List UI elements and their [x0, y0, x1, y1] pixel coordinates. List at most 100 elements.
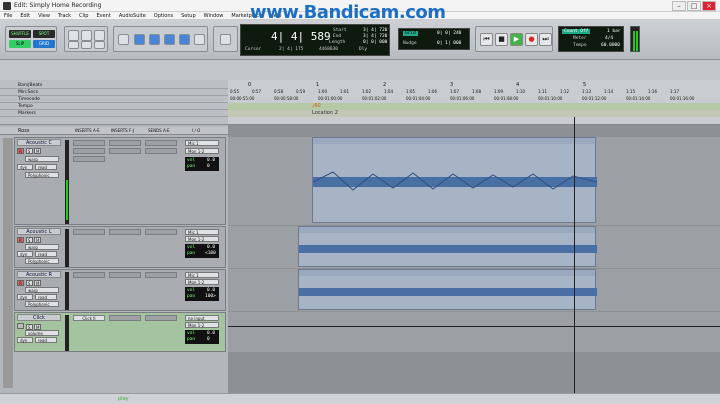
dyn-selector[interactable]: dyn: [17, 251, 33, 257]
mute-button[interactable]: M: [34, 237, 42, 243]
track-view-selector[interactable]: volume: [25, 330, 59, 336]
zoom-toggle-3[interactable]: [94, 41, 105, 49]
menu-setup[interactable]: Setup: [181, 13, 196, 19]
automation-mode[interactable]: read: [35, 337, 57, 343]
menu-audiosuite[interactable]: AudioSuite: [119, 13, 146, 19]
insert-slot[interactable]: [73, 148, 105, 154]
input-selector[interactable]: Mic 1: [185, 140, 219, 146]
length-value[interactable]: 0| 0| 000: [363, 40, 387, 45]
ruler-label-minsecs[interactable]: Min:Secs: [0, 89, 228, 96]
track-name[interactable]: Acoustic C: [17, 139, 61, 146]
ruler-label-bars[interactable]: Bars|Beats: [0, 82, 228, 89]
grid-value[interactable]: 0| 0| 240: [437, 31, 461, 36]
close-button[interactable]: ×: [702, 1, 716, 11]
pencil-tool-icon[interactable]: [194, 34, 205, 45]
track-name[interactable]: Click: [17, 314, 61, 321]
pan-value[interactable]: 0: [207, 337, 210, 342]
output-selector[interactable]: Mon 1-2: [185, 148, 219, 154]
minimize-button[interactable]: –: [672, 1, 686, 11]
pan-value[interactable]: 100>: [205, 294, 216, 299]
return-to-zero-button[interactable]: ⏮: [480, 33, 493, 46]
menu-clip[interactable]: Clip: [79, 13, 88, 19]
track-acoustic-c[interactable]: Acoustic C R S M warp dyn read Polyphoni…: [14, 137, 226, 225]
vol-value[interactable]: 0.0: [207, 245, 215, 250]
menu-window[interactable]: Window: [204, 13, 224, 19]
solo-button[interactable]: S: [25, 148, 33, 154]
grid-label[interactable]: Grid: [403, 31, 418, 36]
insert-slot[interactable]: [109, 148, 141, 154]
mode-grid[interactable]: GRID: [33, 40, 55, 48]
record-arm-button[interactable]: R: [17, 237, 24, 243]
automation-mode[interactable]: read: [35, 294, 57, 300]
tempo-marker[interactable]: ♩60: [312, 103, 321, 109]
pan-value[interactable]: <100: [205, 251, 216, 256]
insert-click-plugin[interactable]: Click II: [73, 315, 105, 321]
dyn-selector[interactable]: dyn: [17, 164, 33, 170]
lane-acoustic-c[interactable]: [228, 137, 720, 225]
stop-button[interactable]: ■: [495, 33, 508, 46]
lane-click[interactable]: [228, 312, 720, 352]
input-selector[interactable]: no input: [185, 315, 219, 321]
menu-edit[interactable]: Edit: [20, 13, 30, 19]
record-button[interactable]: ●: [525, 33, 538, 46]
elastic-mode[interactable]: Polyphonic: [25, 258, 59, 264]
menu-track[interactable]: Track: [58, 13, 71, 19]
dyn-selector[interactable]: dyn: [17, 294, 33, 300]
track-click[interactable]: Click S M volume dyn read Click II no in…: [14, 312, 226, 352]
elastic-mode[interactable]: Polyphonic: [25, 301, 59, 307]
track-name[interactable]: Acoustic R: [17, 271, 61, 278]
send-slot[interactable]: [145, 229, 177, 235]
insert-slot[interactable]: [109, 272, 141, 278]
vol-value[interactable]: 0.0: [207, 158, 215, 163]
menu-event[interactable]: Event: [96, 13, 110, 19]
audio-clip[interactable]: [312, 137, 597, 223]
nudge-label[interactable]: Nudge: [403, 41, 417, 46]
track-acoustic-r[interactable]: Acoustic R R S M warp dyn read Polyphoni…: [14, 269, 226, 311]
bars-ruler[interactable]: 0 1 2 3 4 5: [228, 82, 720, 89]
timecode-ruler[interactable]: 00:00:55:00 00:00:58:00 00:01:00:00 00:0…: [228, 96, 720, 103]
record-arm-button[interactable]: R: [17, 280, 24, 286]
dyn-selector[interactable]: dyn: [17, 337, 33, 343]
output-selector[interactable]: Mon 1-2: [185, 279, 219, 285]
menu-file[interactable]: File: [4, 13, 12, 19]
end-value[interactable]: 3| 4| 720: [363, 34, 387, 39]
output-selector[interactable]: Mon 1-2: [185, 322, 219, 328]
mode-shuffle[interactable]: SHUFFLE: [9, 30, 31, 38]
maximize-button[interactable]: □: [687, 1, 701, 11]
nudge-value[interactable]: 0| 1| 000: [437, 41, 461, 46]
ruler-label-timecode[interactable]: Timecode: [0, 96, 228, 103]
pan-value[interactable]: 0: [207, 164, 210, 169]
audio-clip[interactable]: [298, 226, 597, 267]
insert-slot[interactable]: [73, 229, 105, 235]
play-button[interactable]: ▶: [510, 33, 523, 46]
tempo-ruler[interactable]: ♩60: [228, 103, 720, 110]
input-selector[interactable]: Mic 1: [185, 272, 219, 278]
group-name[interactable]: Ross: [18, 128, 30, 134]
markers-ruler[interactable]: Location 2: [228, 110, 720, 117]
solo-button[interactable]: S: [25, 280, 33, 286]
send-slot[interactable]: [145, 272, 177, 278]
menu-view[interactable]: View: [38, 13, 50, 19]
lane-acoustic-r[interactable]: [228, 269, 720, 311]
insert-slot[interactable]: [73, 272, 105, 278]
elastic-mode[interactable]: Polyphonic: [25, 172, 59, 178]
zoom-in-icon[interactable]: [81, 30, 92, 41]
send-slot[interactable]: [145, 315, 177, 321]
menu-options[interactable]: Options: [154, 13, 173, 19]
input-selector[interactable]: Mic 1: [185, 229, 219, 235]
insert-slot[interactable]: [109, 140, 141, 146]
record-arm-button[interactable]: [17, 323, 24, 329]
zoomer-tool-icon[interactable]: [118, 34, 129, 45]
end-button[interactable]: ⏭: [539, 33, 552, 46]
audio-clip[interactable]: [298, 269, 597, 310]
location-marker[interactable]: Location 2: [312, 110, 338, 116]
insert-slot[interactable]: [73, 156, 105, 162]
mute-button[interactable]: M: [34, 148, 42, 154]
zoom-preset-icon[interactable]: [94, 30, 105, 41]
zoom-out-icon[interactable]: [68, 30, 79, 41]
vol-value[interactable]: 0.0: [207, 331, 215, 336]
selector-tool-icon[interactable]: [149, 34, 160, 45]
count-off-label[interactable]: Count Off: [562, 29, 591, 34]
output-selector[interactable]: Mon 1-2: [185, 236, 219, 242]
record-arm-button[interactable]: R: [17, 148, 24, 154]
